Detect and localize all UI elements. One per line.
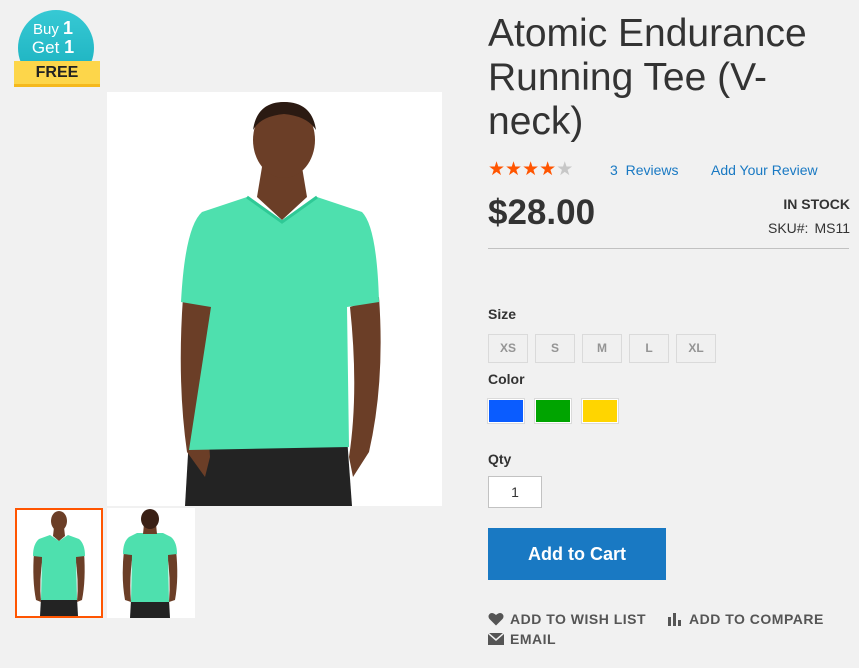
size-option-xl[interactable]: XL: [676, 334, 716, 363]
qty-input[interactable]: [488, 476, 542, 508]
model-front-illustration: [180, 102, 381, 506]
color-option-green[interactable]: [534, 398, 572, 424]
email-link[interactable]: EMAIL: [488, 631, 556, 647]
thumbnail-front-illustration: [33, 511, 85, 616]
qty-label: Qty: [488, 451, 512, 467]
star-icon: ★: [539, 159, 557, 180]
size-options: XS S M L XL: [488, 334, 716, 363]
sku: SKU#: MS11: [762, 220, 850, 236]
compare-bars-icon: [668, 613, 681, 626]
rating-stars: ★ ★ ★ ★ ★: [488, 160, 573, 180]
size-label: Size: [488, 306, 517, 322]
add-to-wish-list-link[interactable]: ADD TO WISH LIST: [488, 611, 646, 627]
heart-icon: [488, 612, 504, 626]
add-to-cart-button[interactable]: Add to Cart: [488, 528, 666, 580]
reviews-label: Reviews: [625, 162, 679, 178]
add-to-compare-link[interactable]: ADD TO COMPARE: [667, 611, 824, 627]
thumbnail-front[interactable]: [15, 508, 103, 618]
wish-list-label: ADD TO WISH LIST: [510, 611, 647, 627]
star-icon: ★: [522, 159, 540, 180]
color-label: Color: [488, 371, 525, 387]
thumbnail-back[interactable]: [107, 508, 195, 618]
size-option-m[interactable]: M: [582, 334, 622, 363]
badge-get-number: 1: [64, 37, 75, 57]
badge-buy-number: 1: [63, 18, 74, 38]
star-icon: ★: [556, 159, 574, 180]
badge-buy-text: Buy: [32, 21, 59, 38]
sku-label: SKU#:: [767, 220, 809, 236]
star-icon: ★: [488, 159, 506, 180]
product-price: $28.00: [488, 193, 596, 232]
main-product-image[interactable]: [107, 92, 442, 506]
star-icon: ★: [505, 159, 523, 180]
divider: [488, 248, 849, 249]
sku-value: MS11: [814, 220, 850, 236]
badge-ribbon-free: FREE: [14, 61, 100, 87]
reviews-link[interactable]: 3 Reviews: [610, 162, 678, 178]
size-option-s[interactable]: S: [535, 334, 575, 363]
product-title: Atomic Endurance Running Tee (V-neck): [488, 12, 807, 143]
color-options: [487, 398, 619, 424]
color-option-yellow[interactable]: [581, 398, 619, 424]
add-review-link[interactable]: Add Your Review: [711, 162, 818, 178]
stock-status: IN STOCK: [783, 196, 850, 212]
envelope-icon: [488, 633, 504, 645]
thumbnail-back-illustration: [122, 509, 178, 618]
promo-badge: Buy 1 Get 1 FREE: [14, 10, 100, 88]
compare-label: ADD TO COMPARE: [689, 611, 824, 627]
size-option-l[interactable]: L: [629, 334, 669, 363]
email-label: EMAIL: [510, 631, 557, 647]
size-option-xs[interactable]: XS: [488, 334, 528, 363]
color-option-blue[interactable]: [487, 398, 525, 424]
badge-get-text: Get: [31, 38, 60, 57]
reviews-count: 3: [610, 162, 618, 178]
